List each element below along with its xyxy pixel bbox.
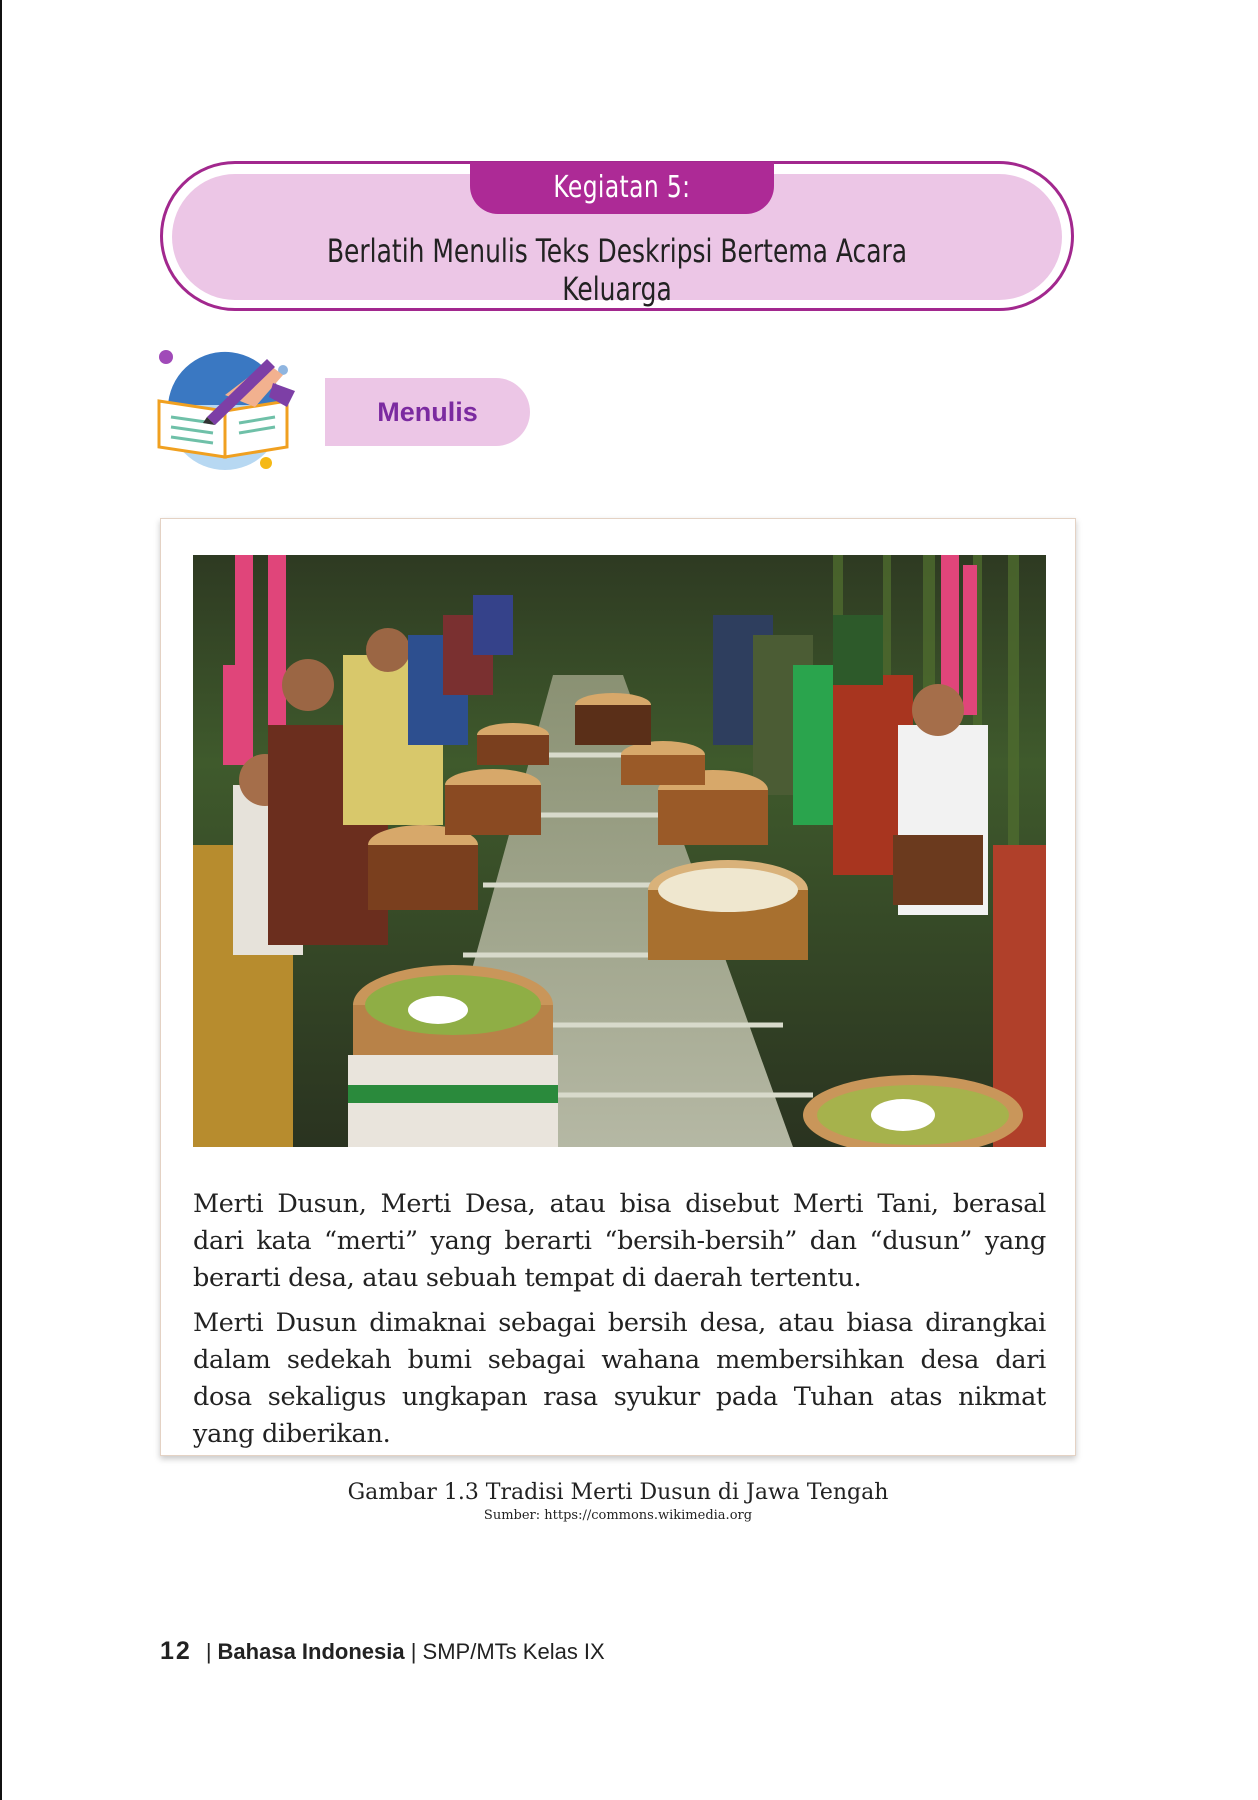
activity-title-text: Berlatih Menulis Teks Deskripsi Bertema …	[326, 232, 908, 308]
figure-paragraph-2: Merti Dusun dimaknai sebagai bersih desa…	[193, 1308, 1046, 1449]
class-info: | SMP/MTs Kelas IX	[410, 1639, 605, 1664]
activity-tab-label: Kegiatan 5:	[553, 170, 691, 205]
figure-paragraph-1: Merti Dusun, Merti Desa, atau bisa diseb…	[193, 1189, 1046, 1293]
book-subject: Bahasa Indonesia	[217, 1639, 405, 1664]
writing-hand-book-icon	[155, 345, 315, 475]
section-label: Menulis	[377, 397, 478, 427]
page-edge-rule	[0, 0, 2, 1800]
activity-tab: Kegiatan 5:	[470, 162, 774, 214]
page-footer: 12 | Bahasa Indonesia | SMP/MTs Kelas IX	[160, 1637, 605, 1666]
activity-title: Berlatih Menulis Teks Deskripsi Bertema …	[172, 232, 1062, 308]
figure-caption: Gambar 1.3 Tradisi Merti Dusun di Jawa T…	[347, 1480, 889, 1505]
figure-source: Sumber: https://commons.wikimedia.org	[483, 1508, 753, 1523]
merti-dusun-photo	[193, 555, 1046, 1147]
footer-separator: |	[205, 1639, 212, 1664]
page-number: 12	[160, 1637, 192, 1665]
section-label-pill: Menulis	[325, 378, 530, 446]
